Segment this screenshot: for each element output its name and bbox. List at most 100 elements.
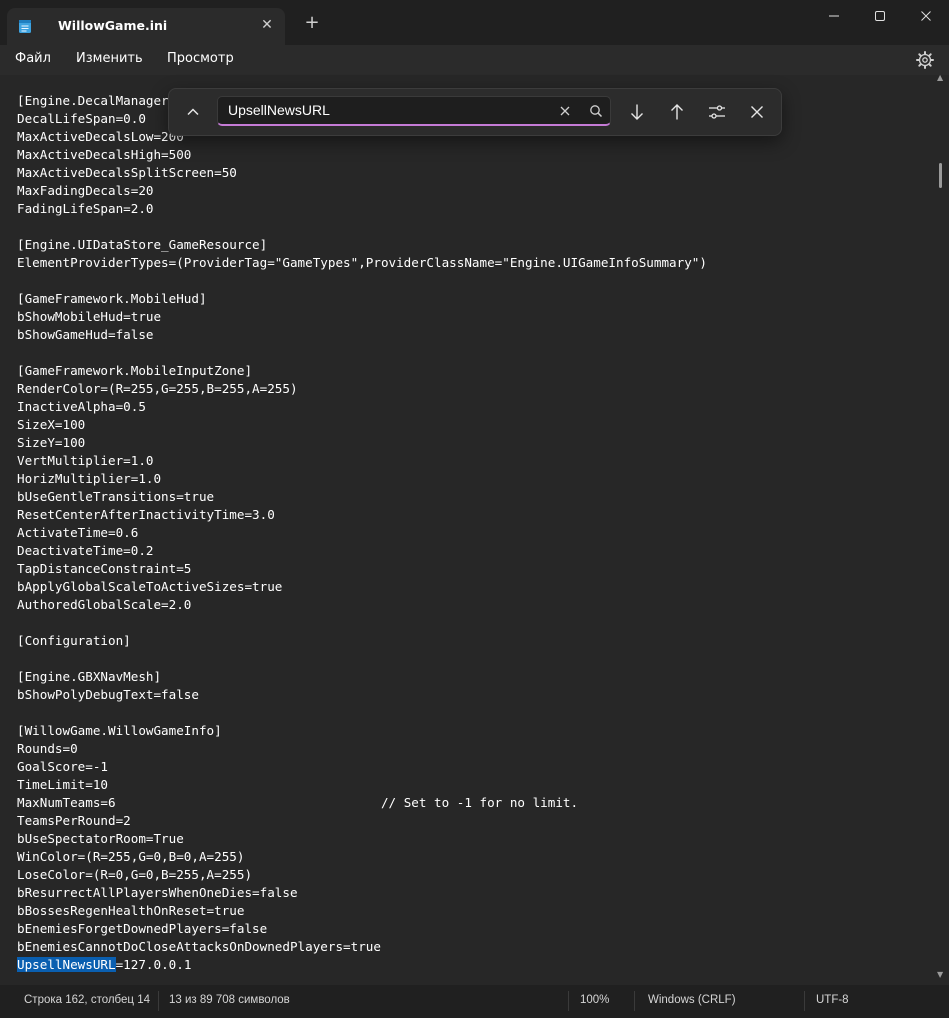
editor-line-text: TeamsPerRound=2 xyxy=(17,813,131,828)
editor-line-text: bApplyGlobalScaleToActiveSizes=true xyxy=(17,579,283,594)
editor-line-text: DeactivateTime=0.2 xyxy=(17,543,154,558)
editor-line: WinColor=(R=255,G=0,B=0,A=255) xyxy=(17,848,707,866)
editor-line: ActivateTime=0.6 xyxy=(17,524,707,542)
editor-line: bEnemiesForgetDownedPlayers=false xyxy=(17,920,707,938)
editor-line: bShowGameHud=false xyxy=(17,326,707,344)
status-divider xyxy=(634,991,635,1011)
editor-line: bUseGentleTransitions=true xyxy=(17,488,707,506)
scroll-up-arrow-icon[interactable]: ▲ xyxy=(937,73,943,82)
editor-line-text: bEnemiesCannotDoCloseAttacksOnDownedPlay… xyxy=(17,939,381,954)
editor-line-text: TimeLimit=10 xyxy=(17,777,108,792)
editor-line-text: MaxActiveDecalsLow=200 xyxy=(17,129,184,144)
editor-line-text: [Engine.GBXNavMesh] xyxy=(17,669,162,684)
editor-line: bBossesRegenHealthOnReset=true xyxy=(17,902,707,920)
menu-edit[interactable]: Изменить xyxy=(76,51,143,66)
editor-line: TeamsPerRound=2 xyxy=(17,812,707,830)
search-match-highlight: UpsellNewsURL xyxy=(17,957,116,972)
arrow-down-icon[interactable] xyxy=(627,102,647,122)
status-selection: 13 из 89 708 символов xyxy=(169,994,290,1006)
arrow-up-icon[interactable] xyxy=(667,102,687,122)
editor-line: FadingLifeSpan=2.0 xyxy=(17,200,707,218)
find-input[interactable] xyxy=(228,102,548,118)
options-icon[interactable] xyxy=(707,102,727,122)
editor-line-text: ActivateTime=0.6 xyxy=(17,525,139,540)
editor-line: bShowMobileHud=true xyxy=(17,308,707,326)
editor-line-text: [GameFramework.MobileInputZone] xyxy=(17,363,253,378)
find-bar xyxy=(168,88,782,136)
editor-spacing xyxy=(116,795,381,810)
status-zoom[interactable]: 100% xyxy=(580,994,609,1006)
editor-line: DeactivateTime=0.2 xyxy=(17,542,707,560)
editor-line-text: TapDistanceConstraint=5 xyxy=(17,561,192,576)
editor-line: MaxActiveDecalsHigh=500 xyxy=(17,146,707,164)
editor-line-text: InactiveAlpha=0.5 xyxy=(17,399,146,414)
editor-line-text: bShowGameHud=false xyxy=(17,327,154,342)
editor-line-text: DecalLifeSpan=0.0 xyxy=(17,111,146,126)
close-window-button[interactable] xyxy=(903,0,949,32)
close-icon[interactable] xyxy=(747,102,767,122)
editor-line-comment: // Set to -1 for no limit. xyxy=(380,795,579,810)
editor-lines: [Engine.DecalManager] DecalLifeSpan=0.0 Ma… xyxy=(17,92,707,956)
tab-close-icon[interactable]: ✕ xyxy=(258,16,276,34)
editor-line-text: [WillowGame.WillowGameInfo] xyxy=(17,723,222,738)
editor-line: [Engine.UIDataStore_GameResource] xyxy=(17,236,707,254)
editor-line-text: GoalScore=-1 xyxy=(17,759,108,774)
editor-line-text: bShowMobileHud=true xyxy=(17,309,162,324)
editor-line-text: MaxNumTeams=6 xyxy=(17,795,116,810)
editor-line-text: bUseGentleTransitions=true xyxy=(17,489,215,504)
editor-line: bApplyGlobalScaleToActiveSizes=true xyxy=(17,578,707,596)
editor-line: InactiveAlpha=0.5 xyxy=(17,398,707,416)
editor-line-text: LoseColor=(R=0,G=0,B=255,A=255) xyxy=(17,867,253,882)
menu-file[interactable]: Файл xyxy=(15,51,51,66)
editor-line: LoseColor=(R=0,G=0,B=255,A=255) xyxy=(17,866,707,884)
menu-view[interactable]: Просмотр xyxy=(167,51,234,66)
chevron-up-icon[interactable] xyxy=(183,102,203,122)
minimize-icon xyxy=(829,15,839,17)
editor-text[interactable]: [Engine.DecalManager] DecalLifeSpan=0.0 Ma… xyxy=(17,92,707,974)
maximize-button[interactable] xyxy=(857,0,903,32)
editor-line: Rounds=0 xyxy=(17,740,707,758)
title-bar: WillowGame.ini ✕ + xyxy=(0,0,949,45)
editor-line-text: [Engine.UIDataStore_GameResource] xyxy=(17,237,268,252)
editor-line-text: bUseSpectatorRoom=True xyxy=(17,831,184,846)
editor-line: AuthoredGlobalScale=2.0 xyxy=(17,596,707,614)
editor-line-text: AuthoredGlobalScale=2.0 xyxy=(17,597,192,612)
editor-line: HorizMultiplier=1.0 xyxy=(17,470,707,488)
editor-line-text: ResetCenterAfterInactivityTime=3.0 xyxy=(17,507,275,522)
notepad-icon xyxy=(19,20,31,33)
find-input-box[interactable] xyxy=(217,96,611,126)
scrollbar-thumb[interactable] xyxy=(939,163,942,188)
vertical-scrollbar[interactable] xyxy=(936,75,944,985)
editor-line-text: bEnemiesForgetDownedPlayers=false xyxy=(17,921,268,936)
search-icon[interactable] xyxy=(588,103,604,119)
editor-line: TimeLimit=10 xyxy=(17,776,707,794)
gear-icon[interactable] xyxy=(915,50,935,70)
editor-line: [Engine.GBXNavMesh] xyxy=(17,668,707,686)
editor-line-text: WinColor=(R=255,G=0,B=0,A=255) xyxy=(17,849,245,864)
editor-line: SizeY=100 xyxy=(17,434,707,452)
text-editor[interactable]: [Engine.DecalManager] DecalLifeSpan=0.0 Ma… xyxy=(0,73,949,985)
editor-line-text: MaxFadingDecals=20 xyxy=(17,183,154,198)
new-tab-plus-icon[interactable]: + xyxy=(302,13,322,33)
editor-line: [WillowGame.WillowGameInfo] xyxy=(17,722,707,740)
editor-line: bEnemiesCannotDoCloseAttacksOnDownedPlay… xyxy=(17,938,707,956)
status-encoding[interactable]: UTF-8 xyxy=(816,994,849,1006)
tab-willowgame-ini[interactable]: WillowGame.ini ✕ xyxy=(7,8,285,45)
editor-line-text: MaxActiveDecalsSplitScreen=50 xyxy=(17,165,237,180)
minimize-button[interactable] xyxy=(811,0,857,32)
menu-bar: Файл Изменить Просмотр xyxy=(0,45,949,75)
status-divider xyxy=(158,991,159,1011)
editor-line-text: HorizMultiplier=1.0 xyxy=(17,471,162,486)
status-position: Строка 162, столбец 14 xyxy=(24,994,150,1006)
scroll-down-arrow-icon[interactable]: ▼ xyxy=(937,970,943,979)
editor-line-text: [Engine.DecalManager] xyxy=(17,93,177,108)
editor-line: bResurrectAllPlayersWhenOneDies=false xyxy=(17,884,707,902)
editor-line: ElementProviderTypes=(ProviderTag="GameT… xyxy=(17,254,707,272)
clear-icon[interactable] xyxy=(557,103,573,119)
editor-line: bUseSpectatorRoom=True xyxy=(17,830,707,848)
status-line-ending[interactable]: Windows (CRLF) xyxy=(648,994,736,1006)
